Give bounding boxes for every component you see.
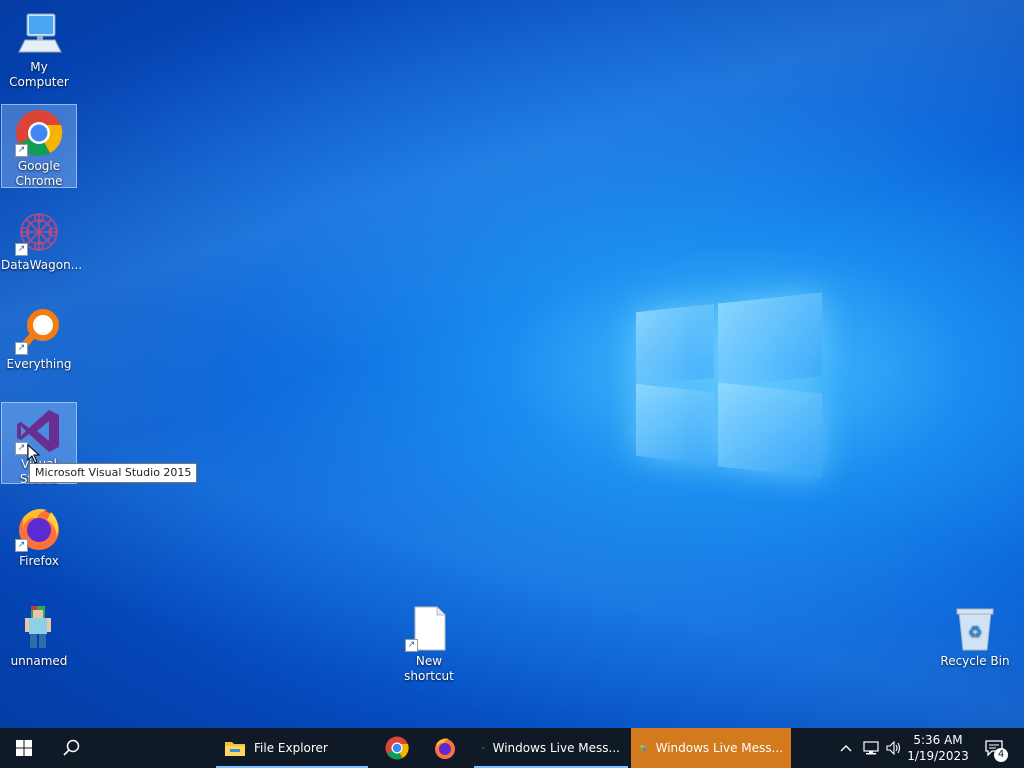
messenger-icon [639, 745, 647, 751]
tray-clock[interactable]: 5:36 AM 1/19/2023 [900, 732, 976, 764]
computer-icon [15, 10, 63, 58]
pixel-character-icon [15, 604, 63, 652]
desktop-icon-label: unnamed [10, 654, 68, 668]
clock-date: 1/19/2023 [907, 749, 969, 763]
taskbar-app-label: File Explorer [254, 741, 328, 755]
tray-overflow-chevron[interactable] [836, 728, 856, 768]
notification-count-badge: 4 [994, 748, 1008, 762]
magnifier-icon: ↗ [15, 307, 63, 355]
chrome-icon [385, 736, 409, 760]
desktop-icon-recycle-bin[interactable]: ♻ Recycle Bin [937, 600, 1013, 669]
desktop-icon-label: Firefox [19, 554, 59, 568]
taskbar-app-label: Windows Live Mess... [492, 741, 620, 755]
blank-file-icon: ↗ [405, 604, 453, 652]
shortcut-arrow-icon: ↗ [15, 342, 28, 355]
desktop-icon-label: Google Chrome [15, 159, 63, 188]
desktop-icon-unnamed[interactable]: unnamed [1, 600, 77, 669]
recycle-bin-icon: ♻ [951, 604, 999, 652]
taskbar-windows-live-messenger-2[interactable]: Windows Live Mess... [631, 728, 791, 768]
desktop-icon-label: Recycle Bin [940, 654, 1010, 668]
shortcut-arrow-icon: ↗ [15, 243, 28, 256]
firefox-icon [435, 738, 455, 759]
datawagon-icon: ↗ [15, 208, 63, 256]
light-beam [0, 0, 1024, 728]
start-button[interactable] [0, 728, 48, 768]
search-icon [63, 739, 80, 756]
shortcut-arrow-icon: ↗ [405, 639, 418, 652]
desktop-icon-google-chrome[interactable]: ↗ Google Chrome [1, 104, 77, 188]
folder-icon [225, 742, 245, 756]
desktop-icon-label: DataWagon... [1, 258, 83, 272]
taskbar-windows-live-messenger-1[interactable]: Windows Live Mess... [474, 728, 628, 768]
chevron-up-icon [840, 745, 852, 752]
clock-time: 5:36 AM [913, 733, 963, 747]
light-beam [0, 0, 1024, 728]
desktop-icon-my-computer[interactable]: My Computer [1, 6, 77, 90]
shortcut-arrow-icon: ↗ [15, 144, 28, 157]
chrome-icon: ↗ [15, 109, 63, 157]
search-button[interactable] [48, 728, 96, 768]
desktop-icon-everything[interactable]: ↗ Everything [1, 303, 77, 372]
taskbar-app-label: Windows Live Mess... [655, 741, 783, 755]
desktop-icon-datawagon[interactable]: ↗ DataWagon... [1, 204, 83, 273]
desktop-icon-label: Everything [6, 357, 72, 371]
taskbar-chrome[interactable] [376, 728, 418, 768]
windows-start-icon [16, 740, 32, 756]
taskbar-firefox[interactable] [424, 728, 466, 768]
firefox-icon: ↗ [15, 504, 63, 552]
tray-network[interactable] [860, 728, 882, 768]
taskbar-file-explorer[interactable]: File Explorer [216, 728, 368, 768]
desktop-icon-label: New shortcut [404, 654, 454, 683]
svg-text:♻: ♻ [968, 622, 982, 641]
taskbar: File Explorer Windows Live Mess... Windo… [0, 728, 1024, 768]
messenger-icon [482, 747, 485, 750]
desktop-icon-label: My Computer [9, 60, 69, 89]
desktop-icon-firefox[interactable]: ↗ Firefox [1, 500, 77, 569]
shortcut-arrow-icon: ↗ [15, 539, 28, 552]
tooltip: Microsoft Visual Studio 2015 [29, 463, 198, 483]
network-icon [863, 741, 879, 755]
action-center-button[interactable]: 4 [978, 728, 1010, 768]
desktop-icon-new-shortcut[interactable]: ↗ New shortcut [391, 600, 467, 684]
windows-logo-wallpaper [636, 290, 822, 480]
mouse-cursor-icon [27, 444, 41, 464]
